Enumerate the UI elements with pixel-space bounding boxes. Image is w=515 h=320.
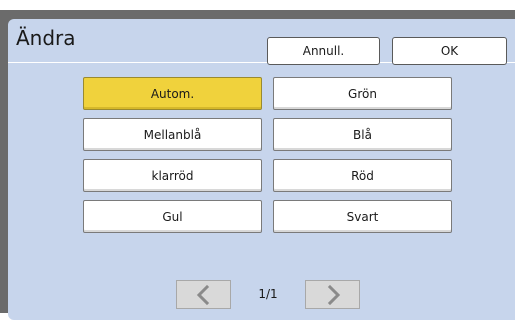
option-mellanbla-button[interactable]: Mellanblå bbox=[83, 118, 262, 151]
window-frame: Ändra Annull. OK Autom. Grön Mellanblå B… bbox=[0, 0, 515, 320]
option-gul-button[interactable]: Gul bbox=[83, 200, 262, 233]
chevron-right-icon bbox=[327, 284, 340, 305]
next-page-button[interactable] bbox=[305, 280, 360, 309]
chevron-left-icon bbox=[196, 284, 209, 305]
cancel-button[interactable]: Annull. bbox=[267, 37, 380, 65]
ok-button[interactable]: OK bbox=[392, 37, 507, 65]
option-klarrod-button[interactable]: klarröd bbox=[83, 159, 262, 192]
page-indicator: 1/1 bbox=[258, 287, 278, 301]
option-svart-button[interactable]: Svart bbox=[273, 200, 452, 233]
previous-page-button[interactable] bbox=[176, 280, 231, 309]
option-autom-button[interactable]: Autom. bbox=[83, 77, 262, 110]
option-gron-button[interactable]: Grön bbox=[273, 77, 452, 110]
option-rod-button[interactable]: Röd bbox=[273, 159, 452, 192]
dialog-panel: Ändra Annull. OK Autom. Grön Mellanblå B… bbox=[8, 19, 515, 320]
dialog-title: Ändra bbox=[16, 26, 76, 50]
option-bla-button[interactable]: Blå bbox=[273, 118, 452, 151]
dialog-header: Ändra Annull. OK bbox=[8, 19, 515, 65]
